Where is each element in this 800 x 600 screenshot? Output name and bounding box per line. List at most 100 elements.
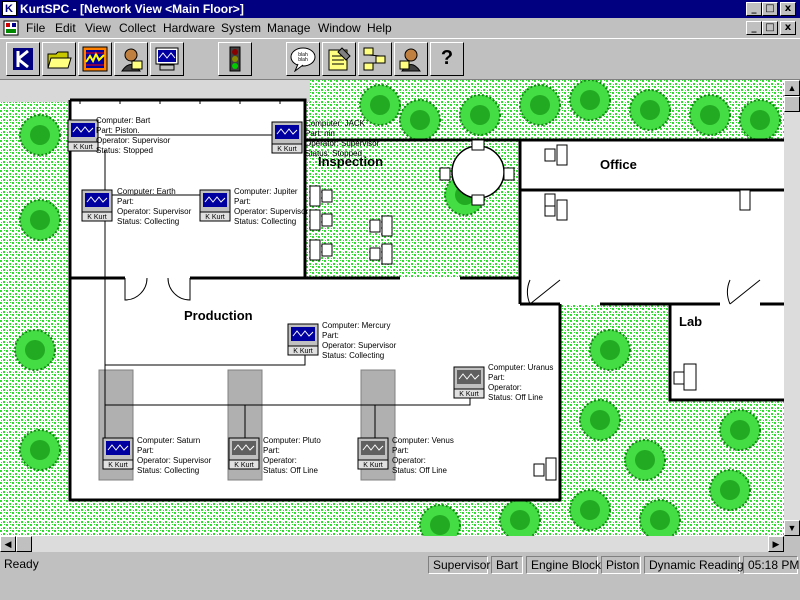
- status-mode: Dynamic Reading: [644, 556, 744, 574]
- vertical-scroll-thumb[interactable]: [784, 96, 800, 112]
- computer-name: Computer: Jupiter: [234, 187, 298, 196]
- desk-icon: [381, 215, 393, 237]
- folder-open-icon: [47, 51, 72, 69]
- computer-icon-mercury[interactable]: K Kurt: [287, 323, 319, 356]
- menu-window[interactable]: Window: [318, 21, 361, 35]
- computer-name: Computer: Earth: [117, 187, 176, 196]
- scroll-corner: [784, 536, 800, 552]
- chair-icon: [321, 213, 333, 227]
- menu-edit[interactable]: Edit: [55, 21, 76, 35]
- desk-icon: [309, 185, 321, 207]
- status-clock: 05:18 PM: [743, 556, 799, 574]
- computer-operator: Operator:: [392, 456, 426, 465]
- conference-table: [451, 145, 505, 199]
- computer-info-bart[interactable]: Computer: Bart Part: Piston. Operator: Sup…: [96, 116, 170, 156]
- app-icon[interactable]: K: [2, 1, 17, 16]
- desk-icon: [545, 457, 557, 481]
- scroll-right-button[interactable]: ▶: [768, 536, 784, 552]
- minimize-button[interactable]: _: [746, 2, 762, 16]
- doc-close-button[interactable]: x: [780, 21, 796, 35]
- computer-operator: Operator: Supervisor: [117, 207, 192, 216]
- hierarchy-icon: [363, 47, 386, 71]
- svg-text:K Kurt: K Kurt: [293, 348, 313, 355]
- shrub-icon: [459, 94, 501, 136]
- help-button[interactable]: ?: [430, 42, 464, 76]
- chair-icon: [321, 243, 333, 257]
- computer-part: Part: nin: [305, 129, 335, 138]
- computer-part: Part: Piston.: [96, 126, 140, 135]
- menu-view[interactable]: View: [85, 21, 111, 35]
- computer-part: Part:: [234, 197, 251, 206]
- scroll-left-button[interactable]: ◀: [0, 536, 16, 552]
- chart-icon: [82, 46, 108, 72]
- computer-icon-uranus[interactable]: K Kurt: [453, 366, 485, 399]
- computer-info-venus[interactable]: Computer: Venus Part: Operator: Status: Off…: [392, 436, 454, 476]
- computer-icon-bart[interactable]: K Kurt: [67, 119, 99, 152]
- computer-part: Part:: [322, 331, 339, 340]
- hierarchy-button[interactable]: [358, 42, 392, 76]
- computer-part: Part:: [392, 446, 409, 455]
- desk-icon: [556, 144, 568, 166]
- monitor-icon: [155, 47, 179, 71]
- computer-status: Status: Collecting: [137, 466, 200, 475]
- help-person-button[interactable]: [394, 42, 428, 76]
- doc-minimize-button[interactable]: _: [746, 21, 762, 35]
- message-button[interactable]: blah blah: [286, 42, 320, 76]
- document-icon[interactable]: [3, 20, 19, 36]
- doc-restore-button[interactable]: □: [762, 21, 778, 35]
- computer-name: Computer: Pluto: [263, 436, 321, 445]
- computer-icon-jupiter[interactable]: K Kurt: [199, 189, 231, 222]
- vertical-scrollbar[interactable]: ▲ ▼: [784, 80, 800, 536]
- scroll-down-button[interactable]: ▼: [784, 520, 800, 536]
- svg-text:K Kurt: K Kurt: [363, 462, 383, 469]
- menu-hardware[interactable]: Hardware: [163, 21, 215, 35]
- status-user: Supervisor: [428, 556, 490, 574]
- maximize-button[interactable]: □: [762, 2, 778, 16]
- svg-text:K Kurt: K Kurt: [87, 214, 107, 221]
- menu-help[interactable]: Help: [367, 21, 392, 35]
- chair-icon: [673, 371, 685, 385]
- computer-info-uranus[interactable]: Computer: Uranus Part: Operator: Status: Of…: [488, 363, 553, 403]
- shrub-icon: [739, 99, 781, 141]
- operator-button[interactable]: [114, 42, 148, 76]
- computer-info-pluto[interactable]: Computer: Pluto Part: Operator: Status: Off…: [263, 436, 321, 476]
- floor-plan-canvas[interactable]: K Kurt K Kurt K Kurt K Kurt K Kurt K Kurt K Ku…: [0, 80, 784, 536]
- control-chart-button[interactable]: [78, 42, 112, 76]
- menu-file[interactable]: File: [26, 21, 45, 35]
- shrub-icon: [589, 329, 631, 371]
- computer-info-saturn[interactable]: Computer: Saturn Part: Operator: Superviso…: [137, 436, 211, 476]
- room-label-office: Office: [600, 157, 637, 172]
- computer-info-jack[interactable]: Computer: JACK Part: nin Operator: Supervi…: [305, 119, 379, 159]
- computer-operator: Operator:: [488, 383, 522, 392]
- chair-icon: [533, 463, 545, 477]
- menu-collect[interactable]: Collect: [119, 21, 156, 35]
- kurt-logo-button[interactable]: [6, 42, 40, 76]
- menu-system[interactable]: System: [221, 21, 261, 35]
- computer-info-earth[interactable]: Computer: Earth Part: Operator: Supervisor…: [117, 187, 191, 227]
- horizontal-scroll-thumb[interactable]: [16, 536, 32, 552]
- computer-info-mercury[interactable]: Computer: Mercury Part: Operator: Supervis…: [322, 321, 396, 361]
- computer-icon-venus[interactable]: K Kurt: [357, 437, 389, 470]
- computer-status: Status: Collecting: [322, 351, 385, 360]
- title-bar: K KurtSPC - [Network View <Main Floor>] …: [0, 0, 800, 18]
- horizontal-scrollbar[interactable]: ◀ ▶: [0, 536, 784, 552]
- toolbar: blah blah ?: [0, 38, 800, 80]
- computer-icon-earth[interactable]: K Kurt: [81, 189, 113, 222]
- computer-icon-saturn[interactable]: K Kurt: [102, 437, 134, 470]
- status-message: Ready: [4, 557, 39, 571]
- computer-icon-pluto[interactable]: K Kurt: [228, 437, 260, 470]
- shrub-icon: [579, 399, 621, 441]
- open-folder-button[interactable]: [42, 42, 76, 76]
- menu-manage[interactable]: Manage: [267, 21, 310, 35]
- network-view-button[interactable]: [150, 42, 184, 76]
- scroll-up-button[interactable]: ▲: [784, 80, 800, 96]
- svg-text:K Kurt: K Kurt: [108, 462, 128, 469]
- computer-icon-jack[interactable]: K Kurt: [271, 121, 303, 154]
- desk-icon: [739, 189, 751, 211]
- status-part-group: Engine Block: [526, 556, 601, 574]
- traffic-light-button[interactable]: [218, 42, 252, 76]
- computer-info-jupiter[interactable]: Computer: Jupiter Part: Operator: Supervis…: [234, 187, 308, 227]
- notes-button[interactable]: [322, 42, 356, 76]
- close-button[interactable]: x: [780, 2, 796, 16]
- person-help-icon: [399, 48, 421, 72]
